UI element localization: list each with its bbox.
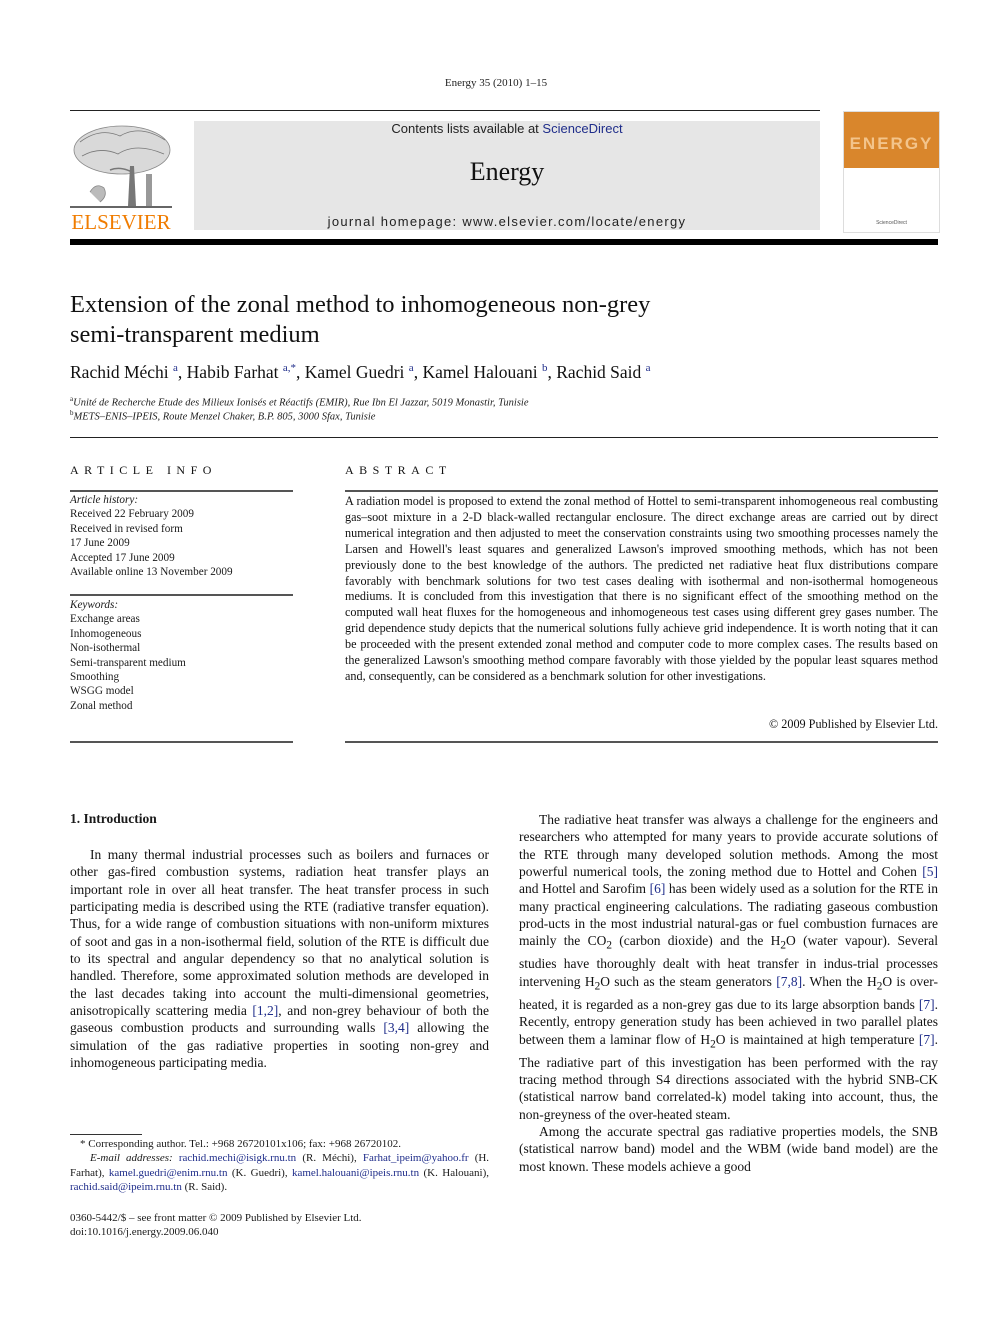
- author[interactable]: Rachid Méchi: [70, 362, 169, 382]
- footnote-rule: [70, 1134, 142, 1135]
- email-addresses: E-mail addresses: rachid.mechi@isigk.rnu…: [70, 1152, 490, 1193]
- history-label: Article history:: [70, 494, 139, 506]
- email-owner: (K. Halouani): [423, 1166, 487, 1179]
- title-line-2: semi-transparent medium: [70, 321, 320, 348]
- doi-line[interactable]: doi:10.1016/j.energy.2009.06.040: [70, 1225, 362, 1239]
- citation-link[interactable]: [7]: [919, 997, 935, 1012]
- header-thick-rule: [70, 239, 938, 245]
- affiliation-b: bMETS–ENIS–IPEIS, Route Menzel Chaker, B…: [70, 409, 375, 423]
- author[interactable]: Kamel Guedri: [305, 362, 405, 382]
- affiliation-a: aUnité de Recherche Etude des Milieux Io…: [70, 395, 529, 409]
- abstract-text: A radiation model is proposed to extend …: [345, 494, 938, 683]
- author[interactable]: Habib Farhat: [187, 362, 279, 382]
- citation-link[interactable]: [3,4]: [383, 1020, 409, 1035]
- keyword: Smoothing: [70, 671, 120, 684]
- citation-link[interactable]: [1,2]: [252, 1003, 278, 1018]
- journal-homepage[interactable]: journal homepage: www.elsevier.com/locat…: [194, 214, 820, 229]
- cover-title: ENERGY: [849, 134, 934, 153]
- footnotes: * Corresponding author. Tel.: +968 26720…: [70, 1137, 489, 1194]
- corresponding-author-note: * Corresponding author. Tel.: +968 26720…: [80, 1138, 401, 1150]
- history-item: Received 22 February 2009: [70, 508, 194, 521]
- title-rule: [70, 437, 938, 438]
- contents-line: Contents lists available at ScienceDirec…: [194, 121, 820, 136]
- citation-link[interactable]: [6]: [650, 881, 666, 896]
- text-run: O such as the steam generators: [600, 973, 777, 989]
- keywords: Keywords: Exchange areas Inhomogeneous N…: [70, 598, 293, 713]
- affiliation-text: Unité de Recherche Etude des Milieux Ion…: [73, 397, 529, 409]
- keywords-label: Keywords:: [70, 599, 119, 611]
- keyword: Inhomogeneous: [70, 627, 142, 640]
- email-owner: (R. Said).: [184, 1180, 228, 1193]
- elsevier-wordmark: ELSEVIER: [71, 210, 171, 234]
- title-line-1: Extension of the zonal method to inhomog…: [70, 291, 651, 318]
- affiliation-text: METS–ENIS–IPEIS, Route Menzel Chaker, B.…: [73, 411, 376, 423]
- author-affil-sup[interactable]: b: [542, 362, 548, 374]
- article-info-rule: [70, 490, 293, 492]
- text-run: The radiative heat transfer was always a…: [519, 812, 938, 880]
- text-run: In many thermal industrial processes suc…: [70, 847, 489, 1019]
- citation-link[interactable]: [5]: [922, 864, 938, 879]
- author[interactable]: Rachid Said: [556, 362, 641, 382]
- article-history: Article history: Received 22 February 20…: [70, 493, 293, 579]
- email-link[interactable]: kamel.halouani@ipeis.rnu.tn: [292, 1167, 419, 1179]
- history-item: Accepted 17 June 2009: [70, 551, 175, 564]
- author-affil-sup[interactable]: a,*: [283, 362, 296, 374]
- citation-link[interactable]: [7]: [919, 1032, 935, 1047]
- journal-name: Energy: [469, 157, 545, 186]
- intro-paragraph-1: In many thermal industrial processes suc…: [70, 846, 489, 1071]
- keyword: Zonal method: [70, 699, 133, 712]
- abstract-heading: ABSTRACT: [345, 463, 452, 477]
- article-info-bottom-rule: [70, 741, 293, 743]
- author[interactable]: Kamel Halouani: [422, 362, 537, 382]
- right-column-text: The radiative heat transfer was always a…: [519, 811, 938, 1175]
- keyword: Non-isothermal: [70, 642, 141, 655]
- text-run: O is maintained at high temperature: [715, 1031, 919, 1047]
- author-affil-sup[interactable]: a: [409, 362, 414, 374]
- article-title: Extension of the zonal method to inhomog…: [70, 290, 850, 350]
- email-link[interactable]: kamel.guedri@enim.rnu.tn: [109, 1167, 228, 1179]
- abstract-rule: [345, 490, 938, 492]
- citation-link[interactable]: [7,8]: [776, 974, 802, 989]
- cover-band: ENERGY: [844, 112, 939, 168]
- history-item: Available online 13 November 2009: [70, 566, 233, 579]
- text-run: (carbon dioxide) and the H: [611, 933, 781, 949]
- history-item: Received in revised form: [70, 522, 183, 535]
- author-affil-sup[interactable]: a: [646, 362, 651, 374]
- cover-sciencedirect: ScienceDirect: [876, 220, 907, 226]
- elsevier-logo[interactable]: ELSEVIER: [70, 122, 172, 234]
- author-list: Rachid Méchi a, Habib Farhat a,*, Kamel …: [70, 362, 651, 382]
- email-owner: (K. Guedri): [231, 1166, 285, 1179]
- text-run: . When the H: [802, 973, 877, 989]
- keyword: WSGG model: [70, 685, 134, 698]
- email-owner: (R. Méchi): [302, 1152, 354, 1165]
- intro-paragraph-3: Among the accurate spectral gas radiativ…: [519, 1123, 938, 1174]
- journal-banner: Contents lists available at ScienceDirec…: [194, 121, 820, 230]
- contents-prefix: Contents lists available at: [391, 121, 543, 136]
- keyword: Semi-transparent medium: [70, 656, 186, 669]
- email-link[interactable]: Farhat_ipeim@yahoo.fr: [363, 1152, 469, 1164]
- keyword: Exchange areas: [70, 613, 140, 626]
- text-run: and Hottel and Sarofim: [519, 881, 650, 897]
- sciencedirect-link[interactable]: ScienceDirect: [542, 121, 622, 136]
- article-info-heading: ARTICLE INFO: [70, 463, 217, 477]
- issn-line: 0360-5442/$ – see front matter © 2009 Pu…: [70, 1212, 362, 1224]
- running-head: Energy 35 (2010) 1–15: [444, 77, 548, 89]
- email-label: E-mail addresses:: [90, 1152, 173, 1165]
- front-matter: 0360-5442/$ – see front matter © 2009 Pu…: [70, 1211, 362, 1240]
- email-link[interactable]: rachid.mechi@isigk.rnu.tn: [179, 1152, 296, 1164]
- left-column-text: In many thermal industrial processes suc…: [70, 846, 489, 1071]
- history-item: 17 June 2009: [70, 537, 130, 550]
- author-affil-sup[interactable]: a: [173, 362, 178, 374]
- journal-cover-thumbnail[interactable]: ENERGY ScienceDirect: [843, 111, 940, 233]
- abstract-copyright: © 2009 Published by Elsevier Ltd.: [768, 717, 938, 731]
- keywords-rule: [70, 594, 293, 596]
- section-heading-introduction: 1. Introduction: [70, 811, 157, 826]
- elsevier-tree-icon: [70, 125, 172, 208]
- abstract-bottom-rule: [345, 741, 938, 743]
- intro-paragraph-2: The radiative heat transfer was always a…: [519, 811, 938, 1123]
- header-rule: [70, 110, 820, 111]
- email-link[interactable]: rachid.said@ipeim.rnu.tn: [70, 1181, 182, 1193]
